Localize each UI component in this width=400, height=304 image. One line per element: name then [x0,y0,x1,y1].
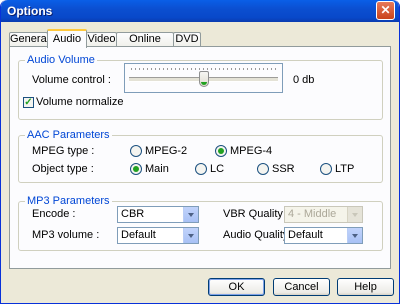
encode-select[interactable]: CBR [117,206,199,223]
ssr-label[interactable]: SSR [272,163,295,176]
mpeg2-label[interactable]: MPEG-2 [145,145,187,158]
chevron-down-icon[interactable] [347,228,362,243]
tab-online-video[interactable]: Online Video [116,32,174,58]
lc-label[interactable]: LC [210,163,224,176]
mp3-parameters-group: MP3 Parameters Encode : CBR VBR Quality … [18,195,383,251]
mp3-group-title: MP3 Parameters [25,195,112,207]
main-radio[interactable] [130,163,142,175]
audio-quality-select[interactable]: Default [284,227,363,244]
vbr-quality-value: 4 - Middle [288,208,337,220]
options-dialog: Options ✕ General Audio Video Online Vid… [0,0,400,304]
mp3-volume-select[interactable]: Default [117,227,199,244]
encode-value: CBR [121,208,145,220]
volume-slider[interactable] [124,63,283,93]
mpeg4-radio[interactable] [215,145,227,157]
audio-volume-group: Audio Volume Volume control : 0 db ✓ Vol… [18,54,383,120]
cancel-button[interactable]: Cancel [273,278,330,296]
mp3-volume-label: MP3 volume : [32,229,100,241]
ltp-radio[interactable] [320,163,332,175]
mpeg4-label[interactable]: MPEG-4 [230,145,272,158]
close-button[interactable]: ✕ [376,1,395,20]
volume-value-text: 0 db [293,74,315,86]
ssr-radio[interactable] [257,163,269,175]
aac-parameters-group: AAC Parameters MPEG type : MPEG-2 MPEG-4… [18,129,383,183]
help-button[interactable]: Help [337,278,394,296]
vbr-quality-label: VBR Quality : [223,208,290,220]
encode-label: Encode : [32,208,76,220]
audio-volume-group-title: Audio Volume [25,54,97,66]
mpeg-type-label: MPEG type : [32,145,95,157]
title-bar: Options ✕ [1,0,399,22]
mp3-volume-value: Default [121,229,156,241]
tab-audio[interactable]: Audio [47,29,87,48]
volume-control-label: Volume control : [32,74,111,86]
ok-button[interactable]: OK [208,278,265,296]
tab-video[interactable]: Video [86,32,117,47]
audio-tab-panel: Audio Volume Volume control : 0 db ✓ Vol… [9,46,391,269]
chevron-down-icon[interactable] [347,207,362,222]
lc-radio[interactable] [195,163,207,175]
aac-group-title: AAC Parameters [25,129,112,141]
audio-quality-value: Default [288,229,323,241]
volume-normalize-checkbox[interactable]: ✓ [23,97,34,108]
chevron-down-icon[interactable] [183,207,198,222]
main-label[interactable]: Main [145,163,169,176]
mpeg2-radio[interactable] [130,145,142,157]
volume-slider-ticks [131,68,276,70]
object-type-label: Object type : [32,163,94,175]
volume-slider-thumb[interactable] [198,71,209,87]
volume-normalize-label[interactable]: Volume normalize [36,96,123,109]
tab-general[interactable]: General [9,32,49,47]
chevron-down-icon[interactable] [183,228,198,243]
window-title: Options [7,4,53,18]
ltp-label[interactable]: LTP [335,163,354,176]
vbr-quality-select[interactable]: 4 - Middle [284,206,363,223]
tab-dvd[interactable]: DVD [173,32,201,47]
